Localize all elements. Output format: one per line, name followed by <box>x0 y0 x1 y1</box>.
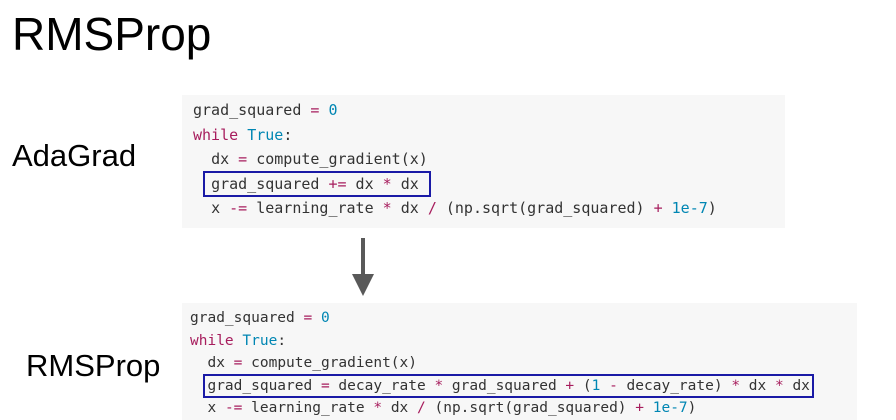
code-token: True <box>242 332 278 349</box>
code-token: dx <box>211 150 239 168</box>
adagrad-code-block: grad_squared = 0 while True: dx = compute… <box>182 95 785 228</box>
code-token: grad_squared <box>193 101 311 119</box>
code-line: grad_squared = decay_rate * grad_squared… <box>190 373 857 398</box>
code-token: dx <box>346 174 383 193</box>
code-token: while <box>190 332 234 349</box>
code-token: learning_rate <box>242 400 374 416</box>
code-token: - <box>609 377 618 394</box>
code-token: decay_rate) <box>617 377 732 394</box>
code-token: while <box>193 125 239 144</box>
code-token: dx <box>391 199 428 217</box>
rmsprop-label: RMSProp <box>26 348 161 383</box>
code-token: * <box>434 377 444 394</box>
code-token: ) <box>687 400 697 416</box>
code-token: 1e-7 <box>671 199 708 217</box>
code-token: dx <box>783 377 810 394</box>
code-token: x <box>211 199 230 217</box>
code-token: grad_squared <box>190 310 304 326</box>
code-token: = <box>320 377 330 394</box>
code-token: = <box>238 150 248 168</box>
code-token: dx <box>382 400 418 416</box>
code-token: ( <box>574 377 592 394</box>
code-token: True <box>247 125 284 144</box>
code-token: * <box>373 400 383 416</box>
code-line: grad_squared += dx * dx <box>193 170 785 197</box>
code-token: : <box>277 332 287 349</box>
code-token: learning_rate <box>247 199 383 217</box>
code-token: decay_rate <box>329 377 435 394</box>
adagrad-label: AdaGrad <box>12 138 137 173</box>
arrow-down-icon <box>352 238 374 296</box>
slide-title: RMSProp <box>12 8 212 60</box>
code-token: + <box>653 199 663 217</box>
code-line: x -= learning_rate * dx / (np.sqrt(grad_… <box>190 397 857 420</box>
code-line: x -= learning_rate * dx / (np.sqrt(grad_… <box>193 196 785 221</box>
code-token: (np.sqrt(grad_squared) <box>425 400 636 416</box>
code-token: x <box>207 400 225 416</box>
code-token: * <box>382 199 392 217</box>
code-token: (np.sqrt(grad_squared) <box>436 199 654 217</box>
code-token: = <box>303 310 313 326</box>
code-token: + <box>565 377 575 394</box>
code-token: -= <box>224 400 243 416</box>
highlighted-update-line: grad_squared += dx * dx <box>203 170 431 197</box>
code-line: while True: <box>193 123 785 148</box>
code-token: 0 <box>328 101 338 119</box>
code-token: dx <box>207 355 234 371</box>
code-line: grad_squared = 0 <box>190 307 857 330</box>
code-token: / <box>427 199 437 217</box>
code-token: / <box>417 400 426 416</box>
code-token: grad_squared <box>211 174 329 193</box>
code-token: * <box>774 377 784 394</box>
code-token: += <box>328 174 347 193</box>
code-token: : <box>283 125 293 144</box>
code-line: dx = compute_gradient(x) <box>193 147 785 172</box>
code-token: ) <box>707 199 717 217</box>
code-token: -= <box>229 199 248 217</box>
code-token: grad_squared <box>207 377 321 394</box>
rmsprop-code-block: grad_squared = 0 while True: dx = compute… <box>182 303 857 420</box>
code-token: grad_squared <box>443 377 566 394</box>
code-token: dx <box>740 377 775 394</box>
code-token: 0 <box>320 310 330 326</box>
highlighted-update-line: grad_squared = decay_rate * grad_squared… <box>203 373 814 398</box>
code-token: * <box>382 174 392 193</box>
code-token: + <box>635 400 644 416</box>
code-line: dx = compute_gradient(x) <box>190 352 857 375</box>
code-token: compute_gradient(x) <box>242 355 418 371</box>
code-line: grad_squared = 0 <box>193 98 785 123</box>
code-line: while True: <box>190 330 857 353</box>
code-token: compute_gradient(x) <box>247 150 428 168</box>
code-token: 1e-7 <box>652 400 688 416</box>
code-token: dx <box>391 174 419 193</box>
code-token: * <box>731 377 741 394</box>
